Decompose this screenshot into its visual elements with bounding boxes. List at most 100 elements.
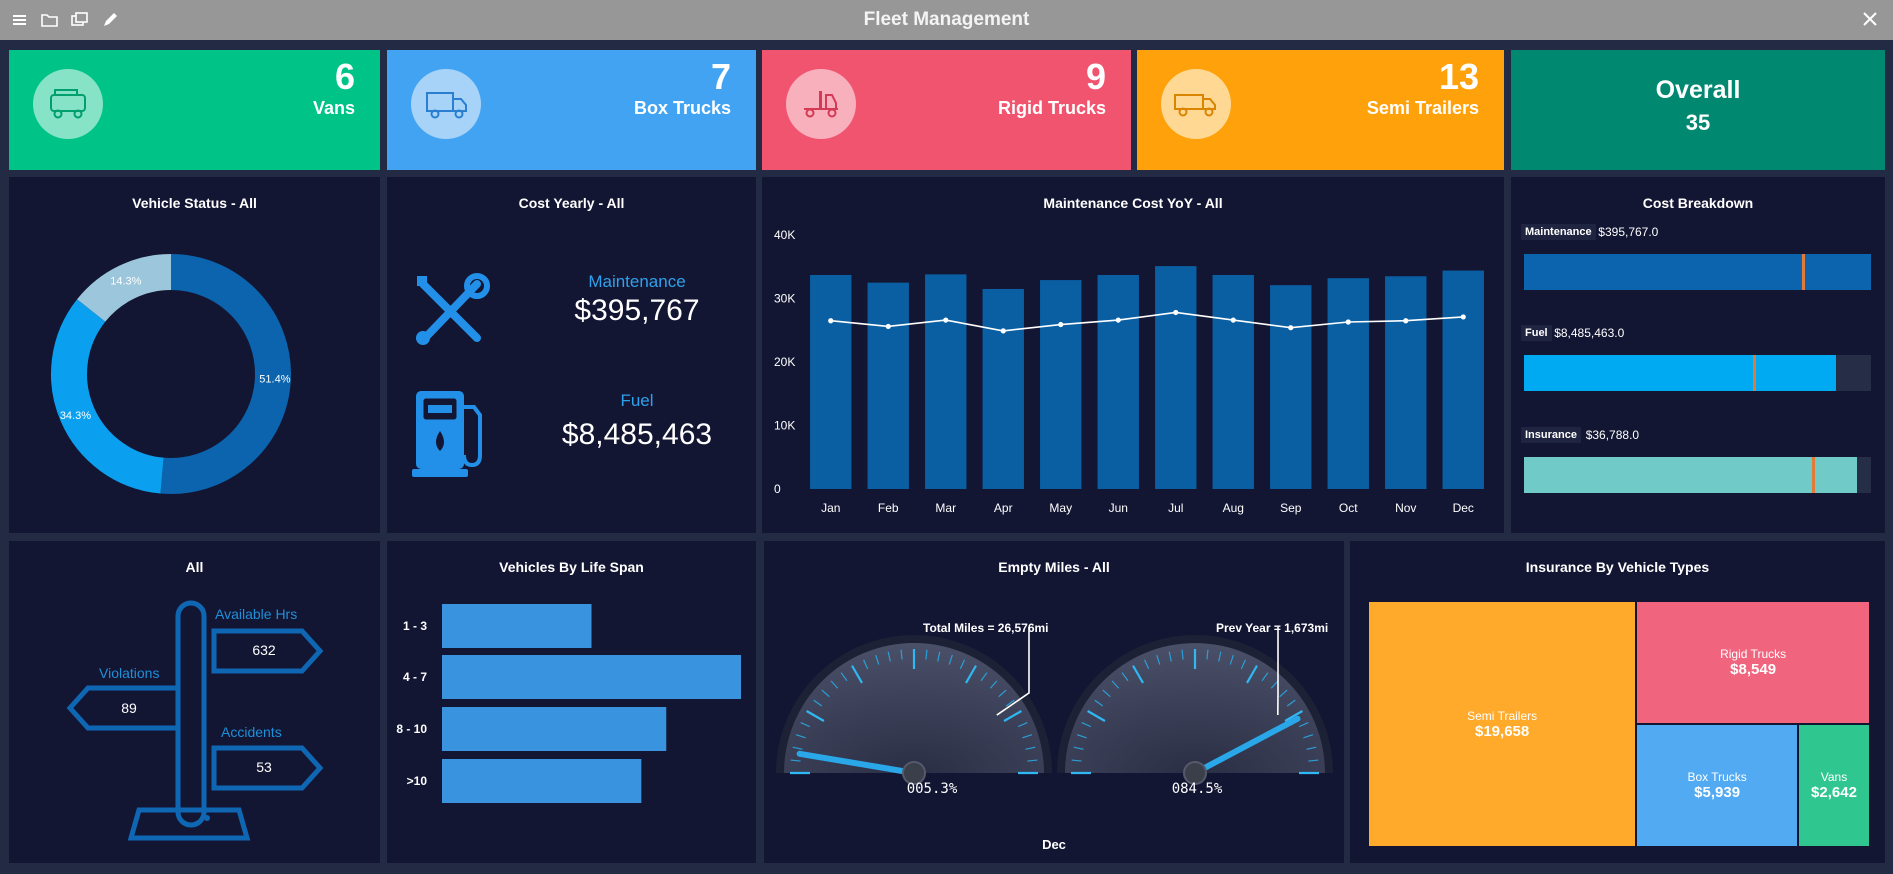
gauge-1-readout: 005.3% xyxy=(906,781,958,797)
breakdown-bar-track xyxy=(1524,254,1871,290)
donut-label: 51.4% xyxy=(259,374,290,386)
breakdown-bar-fill xyxy=(1524,254,1871,290)
kpi-label: Vans xyxy=(312,98,355,118)
maintenance-yoy-chart: 0 10K 20K 30K 40K Jan Feb Mar Apr May Jun Jul Aug Sep… xyxy=(774,228,1484,515)
bar xyxy=(810,275,852,489)
treemap-value: $8,549 xyxy=(1730,660,1777,678)
open-folder-icon[interactable] xyxy=(40,10,60,30)
breakdown-bar-fill xyxy=(1524,457,1858,493)
trend-point xyxy=(1115,317,1121,323)
window-title: Fleet Management xyxy=(863,9,1030,30)
empty-miles-gauges xyxy=(776,627,1333,785)
x-tick-label: Dec xyxy=(1453,501,1474,515)
kpi-label: Semi Trailers xyxy=(1366,98,1479,118)
cost-yearly-panel: Cost Yearly - All Maintenance $395,767 F… xyxy=(387,177,756,533)
accidents-value: 53 xyxy=(256,759,272,775)
bar xyxy=(1212,275,1254,489)
cost-breakdown-panel: Cost Breakdown Maintenance $395,767.0 Fuel… xyxy=(1511,177,1885,533)
kpi-value: 13 xyxy=(1438,56,1479,97)
vehicle-status-donut: 51.4% 34.3% 14.3% xyxy=(51,254,291,494)
tools-icon xyxy=(411,272,491,357)
maintenance-value: $395,767 xyxy=(574,294,700,327)
kpi-rigid-trucks[interactable]: 9 Rigid Trucks xyxy=(762,50,1131,170)
y-tick-label: 0 xyxy=(774,482,781,496)
bar xyxy=(867,282,909,489)
y-tick-label: 20K xyxy=(774,355,795,369)
trend-point xyxy=(1230,317,1236,323)
fuel-pump-icon xyxy=(412,387,492,487)
breakdown-label: Fuel xyxy=(1521,325,1552,341)
treemap-cell[interactable]: Semi Trailers $19,658 xyxy=(1369,602,1636,846)
gauge-footer: Dec xyxy=(1042,837,1066,852)
panel-title: Cost Breakdown xyxy=(1642,195,1754,211)
menu-icon[interactable] xyxy=(10,10,30,30)
trend-point xyxy=(1460,314,1466,320)
treemap-cell[interactable]: Box Trucks $5,939 xyxy=(1637,724,1798,846)
treemap-cell[interactable]: Vans $2,642 xyxy=(1799,724,1869,846)
bar xyxy=(1385,276,1427,489)
treemap-label: Vans xyxy=(1820,769,1848,784)
y-tick-label: 4 - 7 xyxy=(403,670,427,684)
x-tick-label: May xyxy=(1049,501,1072,515)
donut-slice xyxy=(160,254,291,494)
y-tick-label: 40K xyxy=(774,228,795,242)
treemap-cell[interactable]: Rigid Trucks $8,549 xyxy=(1637,602,1869,723)
bar xyxy=(442,604,592,648)
bar xyxy=(1040,280,1082,489)
title-bar: Fleet Management xyxy=(0,0,1893,40)
edit-icon[interactable] xyxy=(100,10,120,30)
violations-value: 89 xyxy=(121,700,137,716)
x-tick-label: Sep xyxy=(1280,501,1302,515)
van-icon xyxy=(33,69,103,139)
fuel-label: Fuel xyxy=(620,391,654,410)
treemap-label: Box Trucks xyxy=(1687,769,1747,784)
trend-point xyxy=(1058,321,1064,328)
maintenance-yoy-panel: Maintenance Cost YoY - All 0 10K 20K 30K 40K… xyxy=(762,177,1504,533)
signpost-graphic xyxy=(66,600,324,841)
x-tick-label: Feb xyxy=(878,501,899,515)
rigid-truck-icon xyxy=(786,69,856,139)
kpi-semi-trailers[interactable]: 13 Semi Trailers xyxy=(1137,50,1504,170)
trend-point xyxy=(1000,328,1006,334)
bar xyxy=(1442,270,1484,489)
semi-trailer-icon xyxy=(1161,69,1231,139)
vehicle-status-panel: Vehicle Status - All 51.4% 34.3% 14.3% xyxy=(9,177,380,533)
trend-point xyxy=(943,317,949,323)
breakdown-bar-track xyxy=(1524,457,1871,493)
trend-point xyxy=(828,318,834,324)
x-tick-label: Jul xyxy=(1168,501,1183,515)
breakdown-bar-marker xyxy=(1801,254,1805,290)
close-icon[interactable] xyxy=(1859,8,1881,30)
overall-value: 35 xyxy=(1685,110,1711,135)
bar xyxy=(982,288,1024,489)
box-truck-icon xyxy=(411,69,481,139)
breakdown-label: Insurance xyxy=(1521,427,1581,443)
life-span-chart: 1 - 3 4 - 7 8 - 10 >10 xyxy=(396,604,741,803)
breakdown-value: $36,788.0 xyxy=(1585,428,1640,442)
y-tick-label: 10K xyxy=(774,419,795,433)
kpi-overall[interactable]: Overall 35 xyxy=(1511,50,1885,170)
kpi-vans[interactable]: 6 Vans xyxy=(9,50,380,170)
donut-slice xyxy=(51,299,165,494)
trend-point xyxy=(1288,325,1294,331)
life-span-panel: Vehicles By Life Span 1 - 34 - 78 - 10 >1… xyxy=(387,541,756,863)
x-tick-label: Apr xyxy=(994,501,1013,515)
y-tick-label: 1 - 3 xyxy=(403,619,427,633)
x-tick-label: Aug xyxy=(1223,501,1244,515)
breakdown-label: Maintenance xyxy=(1521,224,1596,240)
y-tick-label: 30K xyxy=(774,292,795,306)
x-tick-label: Mar xyxy=(935,501,956,515)
x-tick-label: Jan xyxy=(821,501,840,515)
bar xyxy=(1270,285,1312,489)
kpi-label: Rigid Trucks xyxy=(997,98,1106,118)
breakdown-bar-marker xyxy=(1753,355,1757,391)
windows-icon[interactable] xyxy=(70,10,90,30)
kpi-box-trucks[interactable]: 7 Box Trucks xyxy=(387,50,756,170)
bar xyxy=(1097,275,1139,489)
trend-point xyxy=(1403,318,1409,324)
bar xyxy=(442,759,642,803)
insurance-panel: Insurance By Vehicle Types Semi Trailers… xyxy=(1350,541,1885,863)
breakdown-bar-fill xyxy=(1524,355,1837,391)
trend-point xyxy=(1345,319,1351,325)
x-tick-label: Oct xyxy=(1339,501,1358,515)
